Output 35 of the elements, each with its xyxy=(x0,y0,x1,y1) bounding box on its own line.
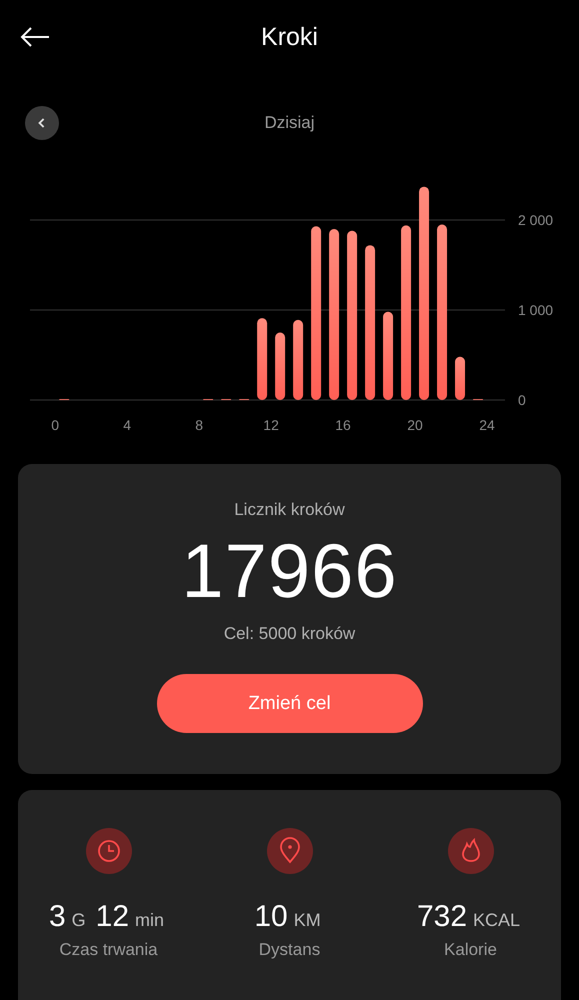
card-title: Licznik kroków xyxy=(234,500,345,520)
stat-label: Czas trwania xyxy=(59,940,158,960)
pin-icon xyxy=(266,828,312,874)
stat-unit: KM xyxy=(294,910,321,931)
x-tick-label: 12 xyxy=(263,417,279,433)
x-tick-label: 8 xyxy=(195,417,204,433)
flame-icon xyxy=(448,828,494,874)
page-title: Kroki xyxy=(261,23,318,52)
bar xyxy=(275,332,286,400)
stat-label: Dystans xyxy=(258,940,320,960)
stat-value: 12 xyxy=(96,900,130,934)
stat-value: 732 xyxy=(416,900,468,934)
y-tick-label: 2 000 xyxy=(518,212,554,228)
x-tick-label: 20 xyxy=(407,417,423,433)
y-tick-label: 1 000 xyxy=(518,302,554,318)
chevron-left-icon xyxy=(38,118,46,128)
x-tick-label: 4 xyxy=(123,417,132,433)
period-label: Dzisiaj xyxy=(264,113,315,133)
step-count: 17966 xyxy=(181,534,398,610)
previous-button[interactable] xyxy=(25,106,59,140)
stat-unit: min xyxy=(135,910,164,931)
x-tick-label: 0 xyxy=(51,417,60,433)
back-icon[interactable] xyxy=(20,27,50,47)
stat-unit: G xyxy=(72,910,86,931)
stat-label: Kalorie xyxy=(444,940,497,960)
x-tick-label: 16 xyxy=(335,417,351,433)
stat-value: 10 xyxy=(254,900,288,934)
stat-unit: KCAL xyxy=(473,910,520,931)
stat-value: 3 xyxy=(48,900,66,934)
x-tick-label: 24 xyxy=(479,417,495,433)
bar xyxy=(455,356,466,400)
goal-text: Cel: 5000 kroków xyxy=(224,624,356,644)
y-tick-label: 0 xyxy=(518,392,526,408)
clock-icon xyxy=(86,828,132,874)
change-goal-button[interactable]: Zmień cel xyxy=(156,674,422,733)
